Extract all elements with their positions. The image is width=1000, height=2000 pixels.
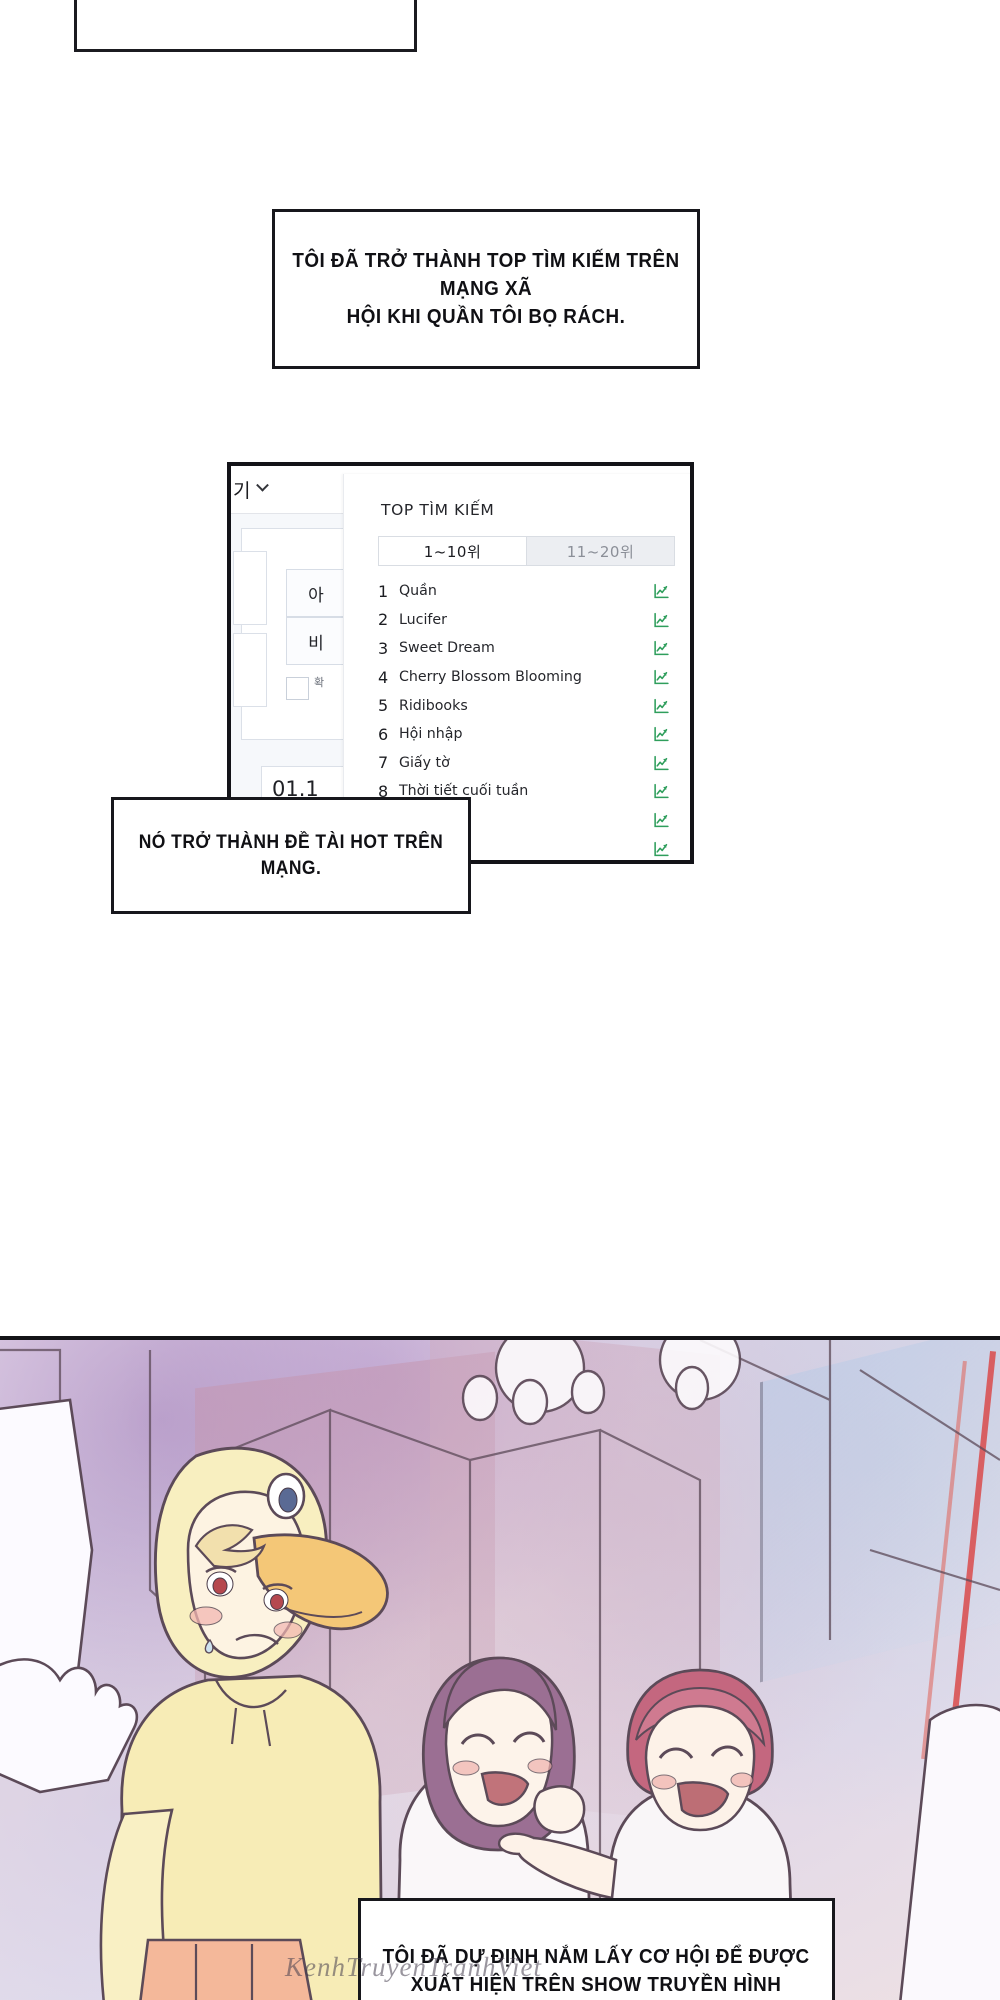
- rank-keyword[interactable]: Cherry Blossom Blooming: [399, 669, 582, 685]
- panel-empty-top: [74, 0, 417, 52]
- ranking-row[interactable]: 1 Quần: [378, 577, 690, 606]
- tab-rank-1-10[interactable]: 1~10위: [379, 537, 526, 565]
- form-dropdown-label[interactable]: 기: [233, 476, 250, 503]
- ranking-row[interactable]: 2 Lucifer: [378, 606, 690, 635]
- narration-box-3: TÔI ĐÃ DỰ ĐỊNH NẮM LẤY CƠ HỘI ĐỂ ĐƯỢC XU…: [358, 1898, 835, 2000]
- ranking-tabs: 1~10위 11~20위: [378, 536, 675, 566]
- ranking-row[interactable]: 7 Giấy tờ: [378, 749, 690, 778]
- narration-box-2: NÓ TRỞ THÀNH ĐỀ TÀI HOT TRÊN MẠNG.: [111, 797, 471, 914]
- ranking-row[interactable]: 5 Ridibooks: [378, 691, 690, 720]
- trending-up-chart-icon: [654, 669, 669, 685]
- trending-up-chart-icon: [654, 727, 669, 742]
- rank-number: 2: [378, 610, 389, 630]
- trending-up-chart-icon: [654, 784, 669, 799]
- trending-up-chart-icon: [654, 612, 669, 628]
- ranking-row[interactable]: 6 Hội nhập: [378, 720, 690, 749]
- webtoon-page: TÔI ĐÃ TRỞ THÀNH TOP TÌM KIẾM TRÊN MẠNG …: [0, 0, 1000, 2000]
- narration-box-1: TÔI ĐÃ TRỞ THÀNH TOP TÌM KIẾM TRÊN MẠNG …: [272, 209, 700, 369]
- rank-keyword[interactable]: Lucifer: [399, 612, 447, 628]
- trending-up-chart-icon: [654, 698, 669, 713]
- form-side-block-1: [233, 551, 267, 625]
- ranking-row[interactable]: 3 Sweet Dream: [378, 634, 690, 663]
- rank-number: 1: [378, 581, 389, 601]
- rank-number: 7: [378, 753, 389, 773]
- ranking-row[interactable]: 4 Cherry Blossom Blooming: [378, 663, 690, 692]
- rank-number: 4: [378, 667, 389, 687]
- rank-keyword[interactable]: Giấy tờ: [399, 755, 450, 771]
- narration-text-3: TÔI ĐÃ DỰ ĐỊNH NẮM LẤY CƠ HỘI ĐỂ ĐƯỢC XU…: [383, 1945, 810, 1996]
- rank-keyword[interactable]: Hội nhập: [399, 726, 462, 742]
- form-cell-a[interactable]: 아: [286, 569, 346, 617]
- rank-keyword[interactable]: Ridibooks: [399, 698, 468, 714]
- narration-text-1: TÔI ĐÃ TRỞ THÀNH TOP TÌM KIẾM TRÊN MẠNG …: [292, 249, 680, 328]
- trending-up-chart-icon: [654, 584, 669, 599]
- narration-text-2: NÓ TRỞ THÀNH ĐỀ TÀI HOT TRÊN MẠNG.: [138, 831, 444, 879]
- trending-up-chart-icon: [654, 841, 669, 856]
- form-cell-b[interactable]: 비: [286, 617, 346, 665]
- tab-rank-11-20[interactable]: 11~20위: [526, 537, 674, 565]
- trending-up-chart-icon: [654, 755, 669, 771]
- rank-number: 6: [378, 724, 389, 744]
- rank-keyword[interactable]: Quần: [399, 583, 437, 599]
- trending-up-chart-icon: [654, 812, 669, 828]
- ranking-title: TOP TÌM KIẾM: [381, 501, 495, 519]
- form-side-block-2: [233, 633, 267, 707]
- trending-up-chart-icon: [654, 641, 669, 656]
- form-checkbox-label: 확: [314, 676, 325, 689]
- rank-number: 5: [378, 696, 389, 716]
- chevron-down-icon[interactable]: [256, 478, 270, 492]
- form-toolbar: 기: [231, 466, 343, 514]
- form-checkbox[interactable]: [286, 677, 309, 700]
- rank-keyword[interactable]: Sweet Dream: [399, 640, 495, 656]
- rank-number: 3: [378, 638, 389, 658]
